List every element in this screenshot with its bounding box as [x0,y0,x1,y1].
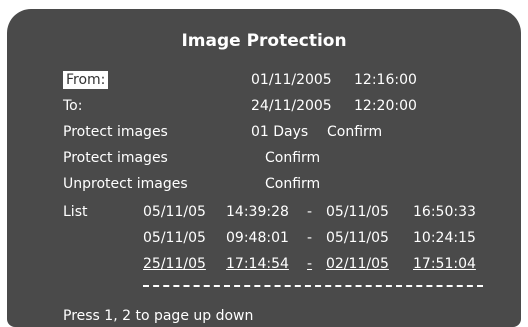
list-start-time: 09:48:01 [226,230,289,246]
list-start-time: 14:39:28 [226,204,289,220]
from-date[interactable]: 01/11/2005 [251,71,332,89]
list-end-time: 10:24:15 [413,230,476,246]
protect-days-value[interactable]: 01 Days [251,123,308,141]
list-start-date: 25/11/05 [143,256,206,272]
unprotect-confirm-button[interactable]: Confirm [265,175,320,193]
list-end-date: 02/11/05 [326,256,389,272]
list-separator: - [307,204,313,220]
panel-title: Image Protection [181,31,347,51]
from-label[interactable]: From: [63,71,109,89]
protect-days-confirm-button[interactable]: Confirm [327,123,382,141]
list-separator: - [307,230,313,246]
protect-label: Protect images [63,150,168,166]
to-label[interactable]: To: [63,97,82,115]
list-end-date: 05/11/05 [326,204,389,220]
list-start-date: 05/11/05 [143,230,206,246]
list-start-time: 17:14:54 [226,256,289,272]
list-label: List [63,204,88,220]
unprotect-label: Unprotect images [63,176,188,192]
protect-confirm-button[interactable]: Confirm [265,149,320,167]
to-time[interactable]: 12:20:00 [354,97,417,115]
list-start-date: 05/11/05 [143,204,206,220]
footer-hint: Press 1, 2 to page up down [63,308,254,324]
list-end-date: 05/11/05 [326,230,389,246]
to-date[interactable]: 24/11/2005 [251,97,332,115]
list-separator: - [307,256,313,272]
image-protection-panel: Image Protection From: 01/11/2005 12:16:… [7,9,521,327]
protect-days-label: Protect images [63,124,168,140]
from-time[interactable]: 12:16:00 [354,71,417,89]
selection-dashed-line [143,285,483,287]
list-end-time: 17:51:04 [413,256,476,272]
list-end-time: 16:50:33 [413,204,476,220]
